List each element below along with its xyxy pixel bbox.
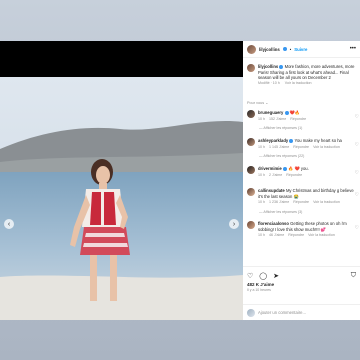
verified-badge-icon	[289, 138, 294, 143]
comment-time: 10 h	[258, 172, 265, 177]
like-comment-heart-icon[interactable]: ♡	[355, 170, 359, 176]
verified-badge-icon	[284, 110, 289, 115]
show-replies-button[interactable]: — Afficher les réponses (3)	[259, 210, 302, 214]
like-comment-heart-icon[interactable]: ♡	[355, 192, 359, 198]
comment-username[interactable]: florenciaalonso	[258, 221, 289, 226]
post-photo[interactable]	[0, 77, 243, 320]
comment-time: 10 h	[258, 116, 265, 121]
comment-sort-dropdown[interactable]: Pour vous ⌄	[247, 100, 268, 105]
commenter-avatar[interactable]	[247, 138, 255, 146]
show-replies-button[interactable]: — Afficher les réponses (1)	[259, 126, 302, 130]
caption-username[interactable]: lilyjcollins	[258, 64, 278, 69]
comment-time: 10 h	[258, 144, 265, 149]
caption-time: Modifié · 10 h	[258, 81, 280, 85]
bookmark-save-icon[interactable]: ⛉	[351, 272, 356, 280]
reply-button[interactable]: Répondre	[293, 145, 309, 149]
more-options-icon[interactable]: •••	[350, 46, 356, 52]
commenter-avatar[interactable]	[247, 188, 255, 196]
post-header: lilyjcollins • Suivre •••	[243, 41, 360, 58]
caption: lilyjcollins More fashion, more adventur…	[243, 64, 360, 85]
comment-likes[interactable]: 1 145 J'aime	[269, 145, 289, 149]
reply-button[interactable]: Répondre	[286, 173, 302, 177]
chevron-left-icon: ‹	[7, 220, 11, 228]
commenter-avatar[interactable]	[247, 221, 255, 229]
comment-time: 10 h	[258, 200, 265, 204]
comment-username[interactable]: drivermimie	[258, 166, 282, 171]
add-comment-input[interactable]: Ajouter un commentaire...	[258, 310, 306, 315]
show-replies-button[interactable]: — Afficher les réponses (22)	[259, 154, 304, 158]
reply-button[interactable]: Répondre	[290, 117, 306, 121]
commenter-avatar[interactable]	[247, 166, 255, 174]
translate-link[interactable]: Voir la traduction	[313, 200, 340, 204]
post-side-panel: lilyjcollins • Suivre ••• lilyjcollins M…	[243, 41, 360, 320]
share-send-icon[interactable]: ➤	[273, 272, 279, 280]
post-date: Il y a 10 heures	[247, 288, 271, 292]
comment-item: ashleyparklady You make my heart so ha 1…	[243, 138, 360, 149]
post-modal: ‹ › lilyjcollins • Suivre ••• lilyjcolli…	[0, 41, 360, 320]
translate-link[interactable]: Voir la traduction	[313, 145, 340, 149]
next-photo-button[interactable]: ›	[229, 219, 239, 229]
like-comment-heart-icon[interactable]: ♡	[355, 114, 359, 120]
like-comment-heart-icon[interactable]: ♡	[355, 142, 359, 148]
comment-username[interactable]: ashleyparklady	[258, 138, 288, 143]
reply-button[interactable]: Répondre	[293, 200, 309, 204]
add-comment-bar: Ajouter un commentaire...	[243, 304, 360, 320]
comment-text: You make my heart so ha	[294, 138, 342, 143]
author-avatar[interactable]	[247, 44, 256, 54]
comment-bubble-icon[interactable]: ◯	[259, 272, 267, 280]
author-username[interactable]: lilyjcollins	[259, 47, 280, 52]
action-bar: ♡ ◯ ➤ ⛉	[243, 267, 360, 282]
current-user-avatar	[247, 308, 255, 317]
comment-text: ❤️🔥	[289, 110, 301, 115]
chevron-right-icon: ›	[232, 220, 236, 228]
post-media: ‹ ›	[0, 41, 243, 320]
comments-list[interactable]: lilyjcollins More fashion, more adventur…	[243, 58, 360, 266]
like-heart-icon[interactable]: ♡	[247, 272, 253, 280]
comment-likes[interactable]: 1 236 J'aime	[269, 200, 289, 204]
caption-avatar[interactable]	[247, 64, 255, 72]
verified-badge-icon	[282, 47, 287, 51]
caption-translate-link[interactable]: Voir la traduction	[285, 81, 312, 85]
commenter-avatar[interactable]	[247, 110, 255, 118]
comment-item: drivermimie 🔥 ❤️ you. 10 h 2 J'aime Répond…	[243, 166, 360, 177]
verified-badge-icon	[279, 64, 284, 69]
reply-button[interactable]: Répondre	[288, 233, 304, 237]
comment-likes[interactable]: 2 J'aime	[269, 173, 282, 177]
comment-likes[interactable]: 46 J'aime	[269, 233, 284, 237]
like-comment-heart-icon[interactable]: ♡	[355, 225, 359, 231]
comment-likes[interactable]: 152 J'aime	[269, 117, 286, 121]
previous-photo-button[interactable]: ‹	[4, 219, 14, 229]
follow-button[interactable]: Suivre	[294, 47, 307, 52]
comment-item: callinsupdate My Christmas and birthday …	[243, 188, 360, 204]
photo-beach-scene	[0, 77, 243, 320]
comment-username[interactable]: bruneguaery	[258, 110, 283, 115]
translate-link[interactable]: Voir la traduction	[308, 233, 335, 237]
verified-badge-icon	[282, 166, 287, 171]
post-actions-area: ♡ ◯ ➤ ⛉ 482 K J'aime Il y a 10 heures	[243, 266, 360, 293]
comment-text: 🔥 ❤️ you.	[288, 166, 309, 171]
comment-time: 10 h	[258, 233, 265, 237]
comment-username[interactable]: callinsupdate	[258, 188, 285, 193]
comment-item: bruneguaery ❤️🔥 10 h 152 J'aime Répondre ♡	[243, 110, 360, 121]
comment-item: florenciaalonso Getting these photos on …	[243, 221, 360, 237]
